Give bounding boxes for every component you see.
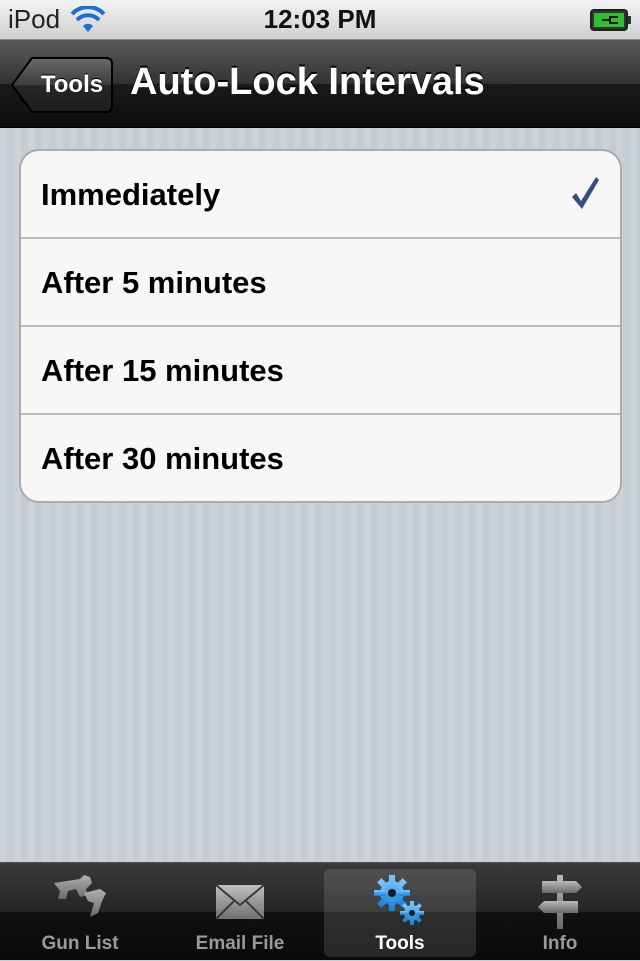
tab-bar: Gun List Email File Tools Info	[0, 862, 640, 960]
tab-label: Tools	[375, 933, 425, 954]
tab-gun-list[interactable]: Gun List	[0, 863, 160, 961]
option-label: Immediately	[41, 177, 221, 212]
back-button-label: Tools	[40, 71, 104, 98]
navigation-bar: Tools Auto-Lock Intervals	[0, 40, 640, 128]
tab-label: Email File	[195, 933, 285, 954]
tab-tools[interactable]: Tools	[320, 863, 480, 961]
tab-label: Info	[542, 933, 578, 954]
option-row-immediately[interactable]: Immediately	[21, 151, 620, 239]
option-row-5-minutes[interactable]: After 5 minutes	[21, 239, 620, 327]
option-label: After 30 minutes	[41, 441, 284, 476]
gears-icon	[374, 875, 424, 925]
option-label: After 15 minutes	[41, 353, 284, 388]
content-area: Immediately After 5 minutes After 15 min…	[0, 128, 640, 862]
interval-options-group: Immediately After 5 minutes After 15 min…	[19, 149, 622, 503]
gun-icon	[54, 875, 106, 917]
back-button[interactable]: Tools	[10, 56, 114, 114]
status-time: 12:03 PM	[263, 4, 377, 34]
checkmark-icon	[572, 177, 599, 209]
signpost-icon	[538, 875, 582, 929]
tab-label: Gun List	[41, 933, 119, 954]
tab-info[interactable]: Info	[480, 863, 640, 961]
page-title: Auto-Lock Intervals	[130, 61, 485, 103]
option-row-30-minutes[interactable]: After 30 minutes	[21, 415, 620, 501]
tab-email-file[interactable]: Email File	[160, 863, 320, 961]
option-label: After 5 minutes	[41, 265, 267, 300]
envelope-icon	[215, 884, 265, 920]
option-row-15-minutes[interactable]: After 15 minutes	[21, 327, 620, 415]
battery-charging-icon	[590, 9, 631, 31]
status-bar: iPod 12:03 PM	[0, 0, 640, 40]
